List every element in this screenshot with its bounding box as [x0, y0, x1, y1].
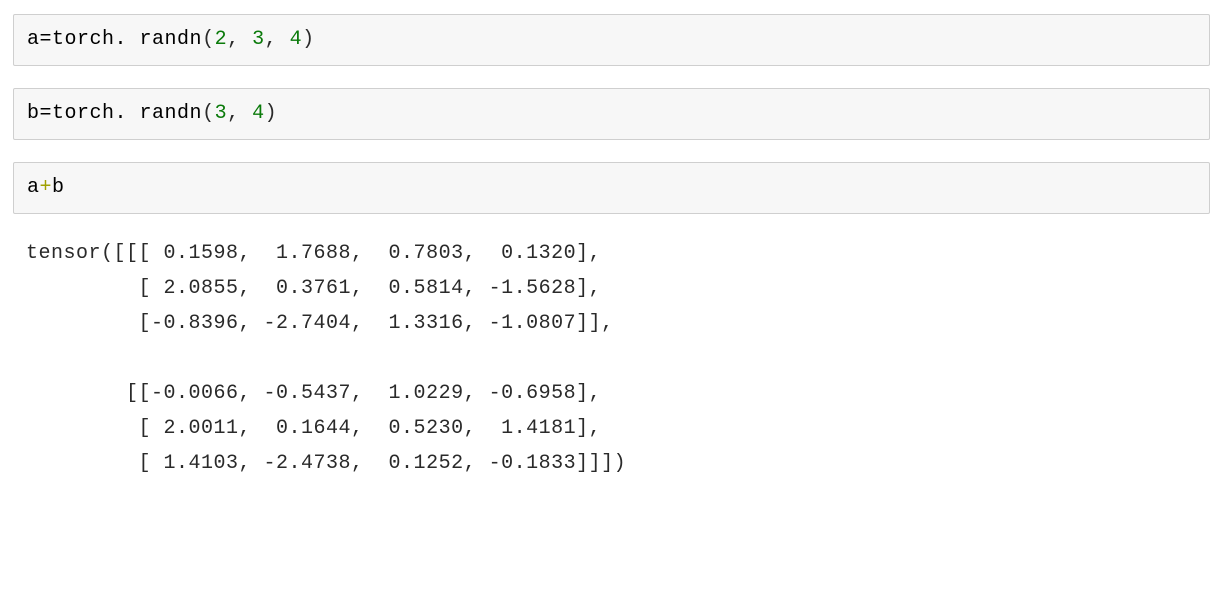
open-paren: ( — [202, 28, 215, 51]
code-cell-2[interactable]: b=torch. randn(3, 4) — [13, 88, 1210, 140]
open-paren: ( — [202, 102, 215, 125]
close-paren: ) — [302, 28, 315, 51]
equals-op: = — [40, 28, 53, 51]
plus-op: + — [40, 176, 53, 199]
equals-op: = — [40, 102, 53, 125]
variable-b: b — [27, 102, 40, 125]
function-call: torch. randn — [52, 102, 202, 125]
arg-1: 3 — [215, 102, 228, 125]
comma: , — [227, 28, 252, 51]
output-text: tensor([[[ 0.1598, 1.7688, 0.7803, 0.132… — [13, 236, 1210, 481]
function-call: torch. randn — [52, 28, 202, 51]
comma: , — [227, 102, 252, 125]
code-cell-3[interactable]: a+b — [13, 162, 1210, 214]
variable-a: a — [27, 28, 40, 51]
code-cell-1[interactable]: a=torch. randn(2, 3, 4) — [13, 14, 1210, 66]
variable-a: a — [27, 176, 40, 199]
arg-3: 4 — [290, 28, 303, 51]
comma: , — [265, 28, 290, 51]
variable-b: b — [52, 176, 65, 199]
arg-2: 3 — [252, 28, 265, 51]
close-paren: ) — [265, 102, 278, 125]
arg-2: 4 — [252, 102, 265, 125]
arg-1: 2 — [215, 28, 228, 51]
